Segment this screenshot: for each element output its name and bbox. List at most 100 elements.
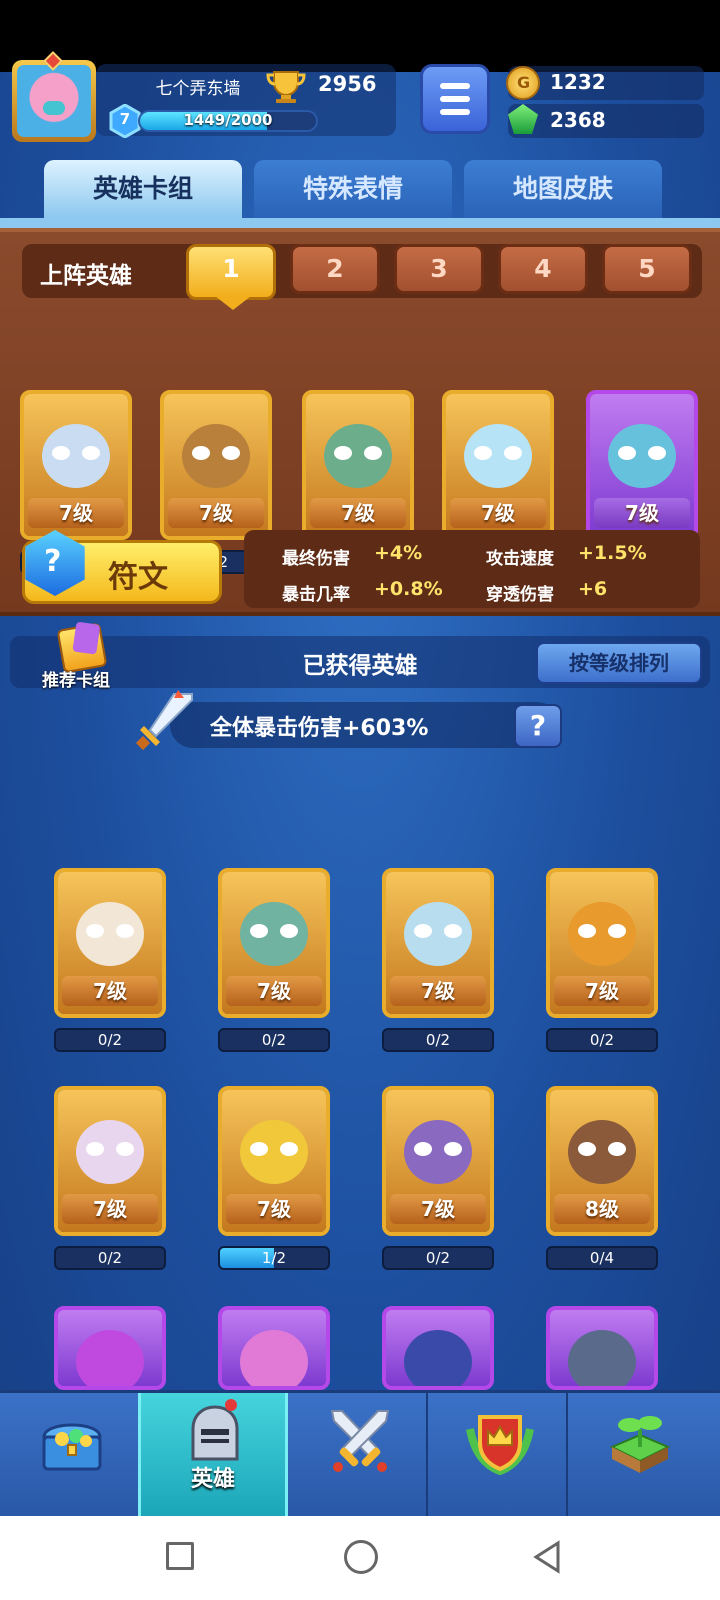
hero-card[interactable]: 7级	[218, 868, 330, 1018]
menu-icon-line	[440, 83, 470, 89]
hero-level: 7级	[594, 498, 690, 528]
hero-face	[568, 1330, 636, 1386]
tab-underline	[0, 218, 720, 228]
hero-card-progress-text: 0/2	[97, 1031, 123, 1049]
stat-value: +0.8%	[374, 578, 443, 600]
trophy-count: 2956	[318, 72, 377, 96]
hero-eyes	[192, 446, 240, 460]
hero-card[interactable]: 7级	[302, 390, 414, 540]
xp-text: 1449/2000	[183, 111, 273, 129]
stat-name: 穿透伤害	[486, 585, 554, 605]
hero-card-progress: 0/2	[54, 1028, 166, 1052]
nav-heroes[interactable]: 英雄	[138, 1393, 288, 1516]
hero-card-progress-text: 0/2	[589, 1031, 615, 1049]
home-button[interactable]	[344, 1540, 378, 1574]
hero-eyes	[250, 924, 298, 938]
knight-helmet-icon	[191, 1399, 239, 1461]
lineup-slot-4[interactable]: 4	[498, 244, 588, 294]
hero-card[interactable]	[382, 1306, 494, 1390]
hero-card-progress-text: 0/2	[97, 1249, 123, 1267]
hero-card[interactable]: 7级	[586, 390, 698, 540]
hero-card[interactable]: 7级	[20, 390, 132, 540]
hero-level: 7级	[28, 498, 124, 528]
rune-label: 符文	[108, 560, 168, 595]
stat-value: +6	[578, 578, 608, 600]
player-name: 七个弄东墙	[155, 79, 241, 99]
help-button[interactable]: ?	[514, 704, 562, 748]
hero-level: 7级	[226, 1194, 322, 1224]
hero-card[interactable]	[54, 1306, 166, 1390]
hero-level: 8级	[554, 1194, 650, 1224]
hero-eyes	[414, 1142, 462, 1156]
stat-name: 暴击几率	[282, 585, 350, 605]
tab-hero-deck[interactable]: 英雄卡组	[44, 160, 242, 218]
hero-card[interactable]: 7级	[442, 390, 554, 540]
lineup-slot-1[interactable]: 1	[186, 244, 276, 300]
hero-card-progress-text: 0/2	[425, 1249, 451, 1267]
hero-card[interactable]: 7级	[218, 1086, 330, 1236]
gem-panel	[508, 104, 704, 138]
stat-value: +4%	[374, 542, 423, 564]
nav-battle[interactable]	[288, 1393, 428, 1516]
coin-count: 1232	[550, 70, 606, 94]
hero-face	[404, 1330, 472, 1386]
hero-eyes	[414, 924, 462, 938]
hero-card[interactable]: 7级	[382, 868, 494, 1018]
hero-level: 7级	[310, 498, 406, 528]
hero-card-progress: 0/4	[546, 1246, 658, 1270]
hero-card-progress: 0/2	[54, 1246, 166, 1270]
hero-level: 7级	[450, 498, 546, 528]
nav-shop[interactable]	[0, 1393, 140, 1516]
hero-card-progress: 0/2	[546, 1028, 658, 1052]
crit-bonus-text: 全体暴击伤害+603%	[210, 716, 429, 741]
hero-level: 7级	[168, 498, 264, 528]
sort-by-level-button[interactable]: 按等级排列	[536, 642, 702, 684]
hero-card[interactable]: 7级	[160, 390, 272, 540]
hero-card[interactable]: 7级	[54, 1086, 166, 1236]
recents-button[interactable]	[166, 1542, 194, 1570]
recommend-deck-label[interactable]: 推荐卡组	[42, 666, 110, 691]
hero-card[interactable]: 7级	[382, 1086, 494, 1236]
hero-level: 7级	[554, 976, 650, 1006]
hero-card-progress-text: 1/2	[261, 1249, 287, 1267]
menu-button[interactable]	[420, 64, 490, 134]
hero-eyes	[52, 446, 100, 460]
trophy-icon	[266, 71, 306, 103]
hero-eyes	[86, 1142, 134, 1156]
nav-rank[interactable]	[428, 1393, 568, 1516]
hero-card-progress-text: 0/2	[425, 1031, 451, 1049]
gem-count: 2368	[550, 108, 606, 132]
tab-map-skins[interactable]: 地图皮肤	[464, 160, 662, 218]
hero-face	[240, 1330, 308, 1386]
hero-eyes	[334, 446, 382, 460]
lineup-slot-2[interactable]: 2	[290, 244, 380, 294]
back-button[interactable]	[532, 1540, 562, 1574]
sprout-island-icon	[609, 1416, 671, 1473]
lineup-label: 上阵英雄	[40, 263, 132, 289]
crossed-swords-icon	[330, 1410, 390, 1472]
slot-pointer-icon	[215, 296, 251, 310]
tab-emotes[interactable]: 特殊表情	[254, 160, 452, 218]
hero-card[interactable]	[546, 1306, 658, 1390]
hero-card[interactable]: 7级	[54, 868, 166, 1018]
hero-card-progress: 0/2	[382, 1028, 494, 1052]
hero-eyes	[86, 924, 134, 938]
hero-card-progress: 1/2	[218, 1246, 330, 1270]
lineup-slot-5[interactable]: 5	[602, 244, 692, 294]
player-level: 7	[119, 110, 131, 128]
avatar-portrait	[17, 65, 91, 137]
status-bar	[0, 0, 720, 72]
crown-shield-icon	[466, 1415, 534, 1475]
player-avatar[interactable]	[12, 51, 96, 142]
coin-icon	[506, 66, 540, 100]
hero-card-progress-text: 0/2	[261, 1031, 287, 1049]
hero-card[interactable]	[218, 1306, 330, 1390]
hero-level: 7级	[62, 1194, 158, 1224]
hero-face	[76, 1330, 144, 1386]
hero-card-progress-text: 0/4	[589, 1249, 615, 1267]
lineup-slot-3[interactable]: 3	[394, 244, 484, 294]
hero-card[interactable]: 7级	[546, 868, 658, 1018]
hero-card[interactable]: 8级	[546, 1086, 658, 1236]
nav-garden[interactable]	[568, 1393, 708, 1516]
stat-name: 攻击速度	[486, 549, 554, 569]
